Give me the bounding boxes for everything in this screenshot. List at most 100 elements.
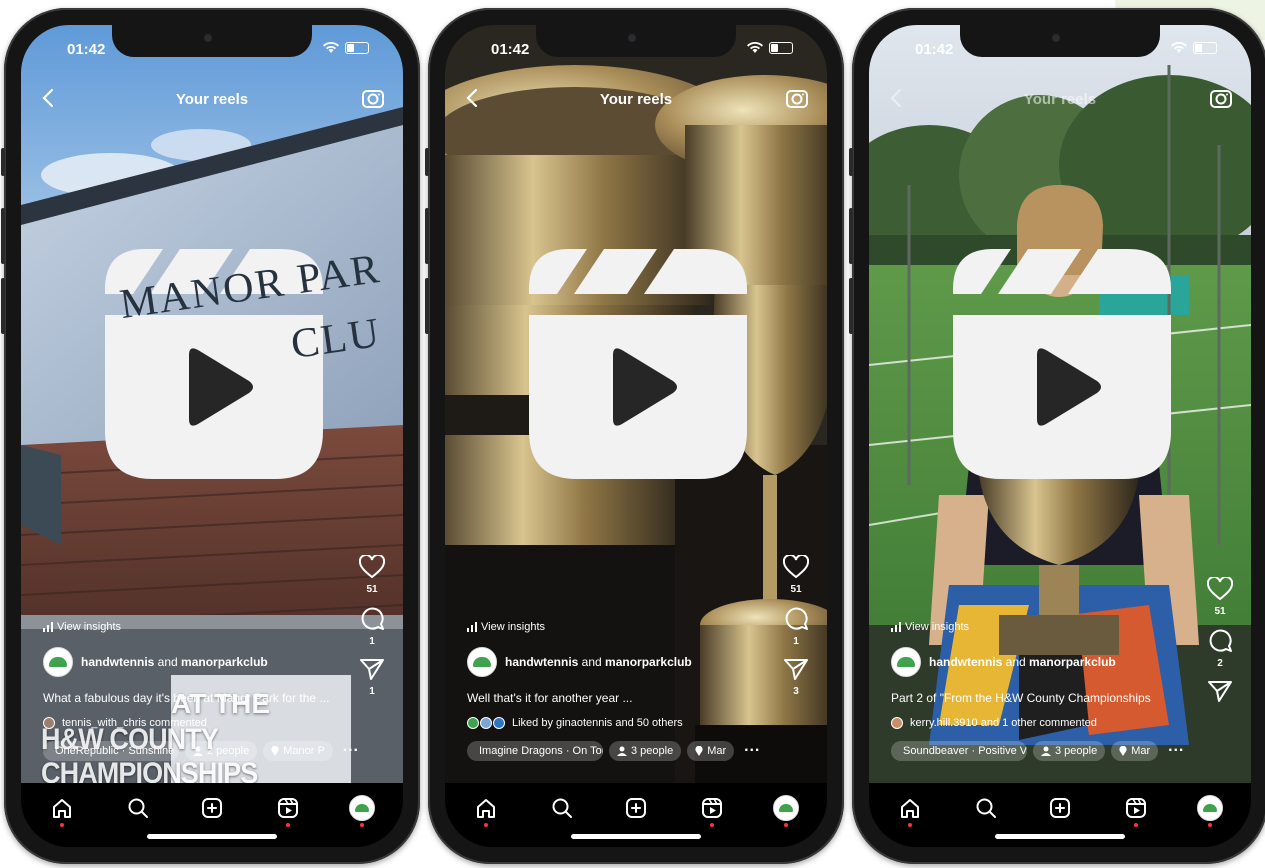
avatar[interactable] bbox=[891, 647, 921, 677]
tab-create[interactable] bbox=[1047, 795, 1073, 821]
username-join: and bbox=[1002, 655, 1030, 669]
view-insights-link[interactable]: View insights bbox=[891, 621, 969, 633]
music-pill[interactable]: Soundbeaver · Positive Vibe bbox=[891, 741, 1027, 761]
person-icon bbox=[193, 746, 203, 756]
more-options-icon[interactable]: ··· bbox=[1168, 742, 1184, 760]
caption[interactable]: Part 2 of "From the H&W County Champions… bbox=[891, 691, 1221, 705]
author-row[interactable]: handwtennis and manorparkclub bbox=[43, 647, 268, 677]
location-label: Mar bbox=[1131, 745, 1151, 757]
wifi-icon bbox=[1171, 42, 1187, 53]
more-options-icon[interactable]: ··· bbox=[744, 742, 760, 760]
username-collab[interactable]: manorparkclub bbox=[1029, 655, 1116, 669]
wifi-icon bbox=[747, 42, 763, 53]
tab-create[interactable] bbox=[199, 795, 225, 821]
location-pill[interactable]: Mar bbox=[1111, 741, 1159, 761]
username-join: and bbox=[578, 655, 606, 669]
location-pill[interactable]: Mar bbox=[687, 741, 735, 761]
people-pill[interactable]: 2 people bbox=[185, 741, 258, 761]
camera-icon[interactable] bbox=[785, 87, 809, 109]
social-proof[interactable]: kerry.hill.3910 and 1 other commented bbox=[891, 717, 1097, 729]
tab-home[interactable] bbox=[49, 795, 75, 827]
tab-profile[interactable] bbox=[773, 795, 799, 827]
phone-1: MANOR PAR CLU AT THE H&W COUNTY CHAMPION… bbox=[1, 8, 420, 864]
tab-search[interactable] bbox=[973, 795, 999, 821]
reels-logo-icon bbox=[529, 249, 747, 479]
comment-count: 2 bbox=[1217, 658, 1223, 669]
more-options-icon[interactable]: ··· bbox=[343, 742, 359, 760]
username-collab[interactable]: manorparkclub bbox=[605, 655, 692, 669]
heart-icon[interactable] bbox=[358, 553, 386, 579]
tab-reels[interactable] bbox=[275, 795, 301, 827]
social-proof-text: kerry.hill.3910 and 1 other commented bbox=[910, 717, 1097, 729]
heart-icon[interactable] bbox=[782, 553, 810, 579]
username-primary[interactable]: handwtennis bbox=[929, 655, 1002, 669]
notch bbox=[112, 25, 312, 57]
tab-create[interactable] bbox=[623, 795, 649, 821]
reel-screen-1[interactable]: MANOR PAR CLU AT THE H&W COUNTY CHAMPION… bbox=[21, 25, 403, 847]
music-label: OneRepublic · Sunshine bbox=[55, 745, 175, 757]
username-primary[interactable]: handwtennis bbox=[81, 655, 154, 669]
profile-icon bbox=[349, 795, 375, 821]
create-icon bbox=[202, 798, 222, 818]
username-collab[interactable]: manorparkclub bbox=[181, 655, 268, 669]
author-row[interactable]: handwtennis and manorparkclub bbox=[467, 647, 692, 677]
avatar[interactable] bbox=[467, 647, 497, 677]
status-time: 01:42 bbox=[67, 41, 106, 58]
meta-pills: Soundbeaver · Positive Vibe 3 people Mar… bbox=[891, 741, 1184, 761]
avatar[interactable] bbox=[43, 647, 73, 677]
tab-profile[interactable] bbox=[349, 795, 375, 827]
tab-search[interactable] bbox=[549, 795, 575, 821]
share-icon[interactable] bbox=[359, 657, 385, 681]
reel-screen-3[interactable]: 01:42 Your reels 51 2 View insights hand… bbox=[869, 25, 1251, 847]
people-pill[interactable]: 3 people bbox=[609, 741, 682, 761]
home-indicator[interactable] bbox=[147, 834, 277, 839]
people-pill[interactable]: 3 people bbox=[1033, 741, 1106, 761]
location-pill[interactable]: Manor P bbox=[263, 741, 333, 761]
author-row[interactable]: handwtennis and manorparkclub bbox=[891, 647, 1116, 677]
reels-icon bbox=[702, 798, 722, 818]
tab-home[interactable] bbox=[473, 795, 499, 827]
phone-2: 01:42 Your reels 51 1 3 View insights ha… bbox=[425, 8, 844, 864]
camera-icon[interactable] bbox=[361, 87, 385, 109]
view-insights-link[interactable]: View insights bbox=[467, 621, 545, 633]
location-icon bbox=[695, 746, 703, 756]
create-icon bbox=[626, 798, 646, 818]
phone-3: 01:42 Your reels 51 2 View insights hand… bbox=[849, 8, 1265, 864]
meta-pills: OneRepublic · Sunshine 2 people Manor P … bbox=[43, 741, 359, 761]
meta-pills: Imagine Dragons · On Top Of 3 people Mar… bbox=[467, 741, 760, 761]
social-proof[interactable]: Liked by ginaotennis and 50 others bbox=[467, 717, 683, 729]
caption[interactable]: Well that's it for another year ... bbox=[467, 691, 797, 705]
camera-icon[interactable] bbox=[1209, 87, 1233, 109]
comment-icon[interactable] bbox=[359, 605, 385, 631]
caption[interactable]: What a fabulous day it's been at Manor P… bbox=[43, 691, 373, 705]
home-indicator[interactable] bbox=[995, 834, 1125, 839]
status-icons bbox=[1171, 39, 1217, 57]
music-pill[interactable]: Imagine Dragons · On Top Of bbox=[467, 741, 603, 761]
location-label: Manor P bbox=[283, 745, 325, 757]
side-actions: 51 1 1 bbox=[357, 553, 387, 707]
status-icons bbox=[747, 39, 793, 57]
home-indicator[interactable] bbox=[571, 834, 701, 839]
social-proof[interactable]: tennis_with_chris commented bbox=[43, 717, 207, 729]
comment-icon[interactable] bbox=[1207, 627, 1233, 653]
share-icon[interactable] bbox=[783, 657, 809, 681]
view-insights-link[interactable]: View insights bbox=[43, 621, 121, 633]
username-primary[interactable]: handwtennis bbox=[505, 655, 578, 669]
profile-icon bbox=[773, 795, 799, 821]
tab-reels[interactable] bbox=[699, 795, 725, 827]
tab-home[interactable] bbox=[897, 795, 923, 827]
heart-icon[interactable] bbox=[1206, 575, 1234, 601]
battery-icon bbox=[1193, 42, 1217, 54]
reel-screen-2[interactable]: 01:42 Your reels 51 1 3 View insights ha… bbox=[445, 25, 827, 847]
comment-icon[interactable] bbox=[783, 605, 809, 631]
header-title: Your reels bbox=[599, 91, 673, 108]
music-pill[interactable]: OneRepublic · Sunshine bbox=[43, 741, 179, 761]
tab-profile[interactable] bbox=[1197, 795, 1223, 827]
reels-logo-icon bbox=[953, 249, 1171, 479]
view-insights-label: View insights bbox=[481, 621, 545, 633]
tab-reels[interactable] bbox=[1123, 795, 1149, 827]
reels-icon bbox=[278, 798, 298, 818]
home-icon bbox=[901, 799, 919, 818]
side-actions: 51 1 3 bbox=[781, 553, 811, 707]
tab-search[interactable] bbox=[125, 795, 151, 821]
